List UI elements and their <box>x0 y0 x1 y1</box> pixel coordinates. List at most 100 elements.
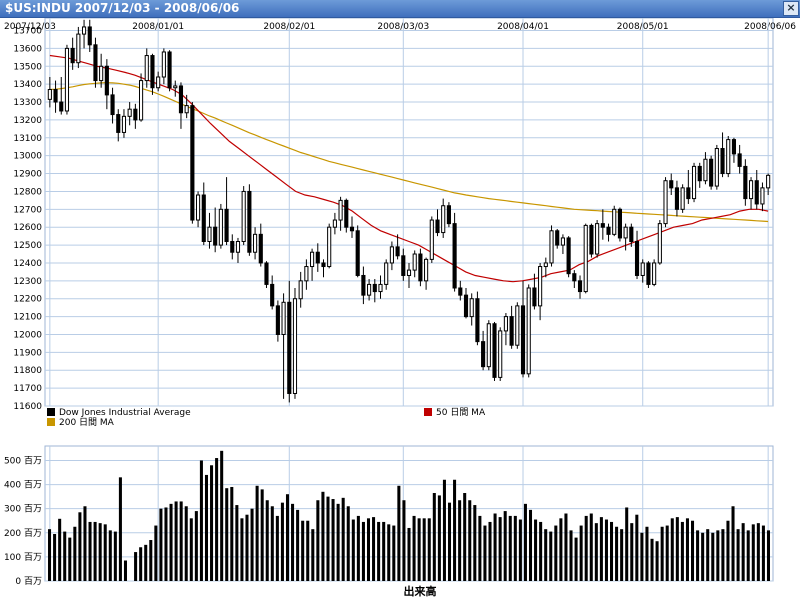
volume-bar <box>574 537 578 581</box>
candle <box>652 259 657 287</box>
candle-body <box>258 233 263 264</box>
candle <box>264 261 269 288</box>
volume-bar <box>746 530 750 581</box>
volume-bar <box>260 489 264 581</box>
volume-bar <box>169 503 173 581</box>
candle-body <box>720 148 725 175</box>
volume-bar <box>675 517 679 581</box>
volume-bar <box>635 514 639 581</box>
close-button[interactable]: × <box>783 1 799 16</box>
volume-bar <box>118 477 122 581</box>
candle <box>515 302 520 349</box>
candle <box>680 184 685 213</box>
price-tick-label: 13000 <box>13 152 42 162</box>
candle-body <box>275 305 280 335</box>
volume-bar <box>427 518 431 581</box>
candle <box>446 202 451 228</box>
candle-body <box>361 274 366 296</box>
volume-bar <box>73 526 77 581</box>
volume-bar <box>604 519 608 581</box>
volume-bar <box>387 524 391 581</box>
candle <box>595 220 600 258</box>
candle-body <box>99 65 104 82</box>
candle-body <box>612 208 617 235</box>
volume-bar <box>711 532 715 581</box>
volume-bar <box>534 519 538 581</box>
candle-body <box>663 180 668 225</box>
price-tick-label: 12000 <box>13 330 42 340</box>
legend-ma50: 50 日間 MA <box>436 407 486 418</box>
candle-body <box>327 226 332 268</box>
volume-bar <box>306 520 310 581</box>
candle-body <box>577 280 583 293</box>
candle-body <box>412 253 417 271</box>
volume-bar <box>721 529 725 581</box>
candle-body <box>743 165 748 200</box>
candle-body <box>156 76 161 89</box>
volume-bar <box>285 494 290 581</box>
price-axis-labels: 11600 11700 11800 11900 12000 12100 12200 12300… <box>13 27 42 412</box>
candle-body <box>173 85 178 89</box>
candle-body <box>355 230 360 276</box>
candle-body <box>543 262 548 268</box>
candle-body <box>304 266 309 282</box>
volume-bar <box>184 506 188 581</box>
volume-bar <box>316 500 320 581</box>
volume-bar <box>731 506 735 581</box>
price-tick-label: 11600 <box>13 402 42 412</box>
candle <box>526 284 531 378</box>
volume-bar <box>301 520 305 581</box>
candle <box>64 44 70 115</box>
volume-bar <box>103 524 107 581</box>
volume-bar <box>326 496 330 581</box>
volume-bar <box>422 518 426 581</box>
candle-body <box>133 108 138 121</box>
candle-body <box>634 241 640 276</box>
candle-body <box>344 199 349 228</box>
candle-body <box>384 262 389 285</box>
volume-bar <box>270 506 274 581</box>
candle-body <box>538 266 543 307</box>
volume-bar <box>78 512 82 581</box>
volume-bar <box>392 525 396 581</box>
volume-bar <box>569 530 573 581</box>
candle <box>247 184 252 256</box>
volume-bar <box>478 515 482 581</box>
candle-body <box>486 323 491 368</box>
candle-body <box>452 223 457 289</box>
volume-bar <box>696 530 700 581</box>
candle-body <box>144 55 149 82</box>
volume-bar <box>468 500 472 581</box>
candle-body <box>201 194 206 243</box>
candle-body <box>424 258 429 282</box>
volume-bar <box>179 501 183 581</box>
candle-body <box>629 226 634 243</box>
volume-bar <box>691 520 695 581</box>
stock-chart: 2007/12/03 2008/01/01 2008/02/01 2008/03/03… <box>4 18 796 598</box>
candle-body <box>190 105 195 221</box>
volume-bar <box>139 547 143 581</box>
candle-body <box>623 226 628 239</box>
candle-body <box>253 233 258 253</box>
volume-bar <box>554 525 558 581</box>
volume-bar <box>685 518 689 581</box>
candle-body <box>606 226 611 235</box>
candle-body <box>463 294 469 318</box>
volume-bar <box>123 560 127 581</box>
volume-bar <box>189 518 193 581</box>
candle-body <box>401 255 406 276</box>
candle-body <box>754 180 759 205</box>
candle-body <box>589 224 594 255</box>
candle <box>452 212 457 292</box>
volume-bar <box>134 552 138 581</box>
volume-bar <box>144 544 148 581</box>
volume-bar <box>544 529 548 581</box>
volume-tick-label: 300 百万 <box>4 504 42 515</box>
candle-body <box>566 237 571 275</box>
price-tick-label: 13600 <box>13 44 42 54</box>
candle-body <box>367 283 372 296</box>
volume-bar <box>579 525 583 581</box>
volume-bar <box>488 521 492 581</box>
volume-tick-label: 500 百万 <box>4 455 42 466</box>
volume-bar <box>736 529 740 581</box>
